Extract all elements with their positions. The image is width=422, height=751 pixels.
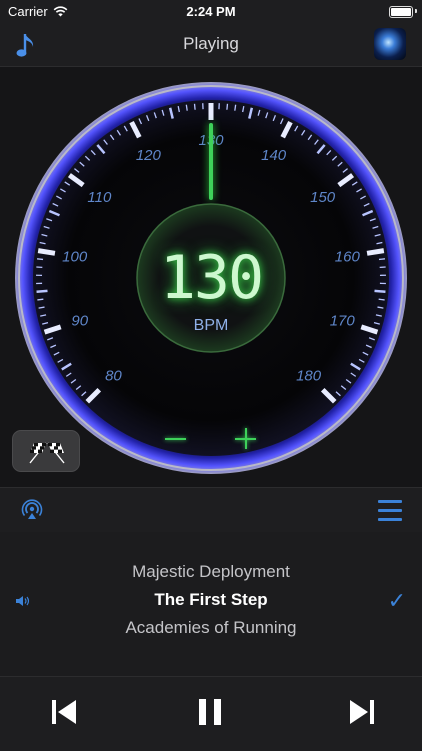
list-menu-icon[interactable] <box>378 500 402 522</box>
next-track-button[interactable] <box>344 695 378 729</box>
now-playing-panel: Majestic Deployment The First Step Acade… <box>0 532 422 676</box>
toolbar <box>0 487 422 533</box>
bpm-gauge: 8090100110120130140150160170180 130 BPM <box>0 67 422 487</box>
gauge-scale-label: 100 <box>62 248 88 265</box>
checkmark-icon[interactable]: ✓ <box>388 588 406 614</box>
pause-button[interactable] <box>193 695 227 729</box>
gauge-scale-label: 80 <box>105 368 122 385</box>
gauge-tick <box>379 259 385 260</box>
song-title[interactable]: The First Step <box>0 590 422 610</box>
playback-controls <box>0 676 422 751</box>
battery-icon <box>389 6 413 18</box>
status-bar: Carrier 2:24 PM <box>0 0 422 24</box>
gauge-scale-label: 160 <box>335 248 361 265</box>
clock: 2:24 PM <box>0 4 422 19</box>
gauge-tick <box>38 251 55 254</box>
gauge-scale-label: 140 <box>261 147 287 164</box>
bpm-value: 130 <box>130 243 292 313</box>
gauge-tick <box>195 104 196 110</box>
gauge-tick <box>235 105 236 111</box>
gauge-scale-label: 180 <box>296 368 322 385</box>
gauge-tick <box>374 291 385 292</box>
gauge-scale-label: 170 <box>330 313 356 330</box>
airplay-icon[interactable] <box>20 498 44 522</box>
previous-track-button[interactable] <box>48 695 82 729</box>
gauge-tick <box>379 299 385 300</box>
gauge-tick <box>367 251 384 254</box>
increase-bpm-button[interactable] <box>230 424 262 454</box>
gauge-scale-label: 90 <box>71 313 88 330</box>
artist-label: Majestic Deployment <box>0 562 422 582</box>
checkered-flags-icon <box>26 439 68 465</box>
app-logo-icon[interactable] <box>374 28 406 60</box>
gauge-tick <box>37 291 48 292</box>
decrease-bpm-button[interactable] <box>160 424 192 454</box>
gauge-tick <box>37 259 43 260</box>
gauge-scale-label: 120 <box>136 147 162 164</box>
album-label: Academies of Running <box>0 618 422 638</box>
navigation-bar: Playing <box>0 24 422 67</box>
bpm-unit-label: BPM <box>130 317 292 335</box>
gauge-tick <box>37 299 43 300</box>
battery-tip <box>415 9 417 13</box>
gauge-tick <box>227 104 228 110</box>
gauge-scale-label: 110 <box>87 189 112 206</box>
gauge-tick <box>186 105 187 111</box>
race-mode-button[interactable] <box>12 430 80 472</box>
page-title: Playing <box>0 34 422 54</box>
gauge-scale-label: 150 <box>310 189 336 206</box>
